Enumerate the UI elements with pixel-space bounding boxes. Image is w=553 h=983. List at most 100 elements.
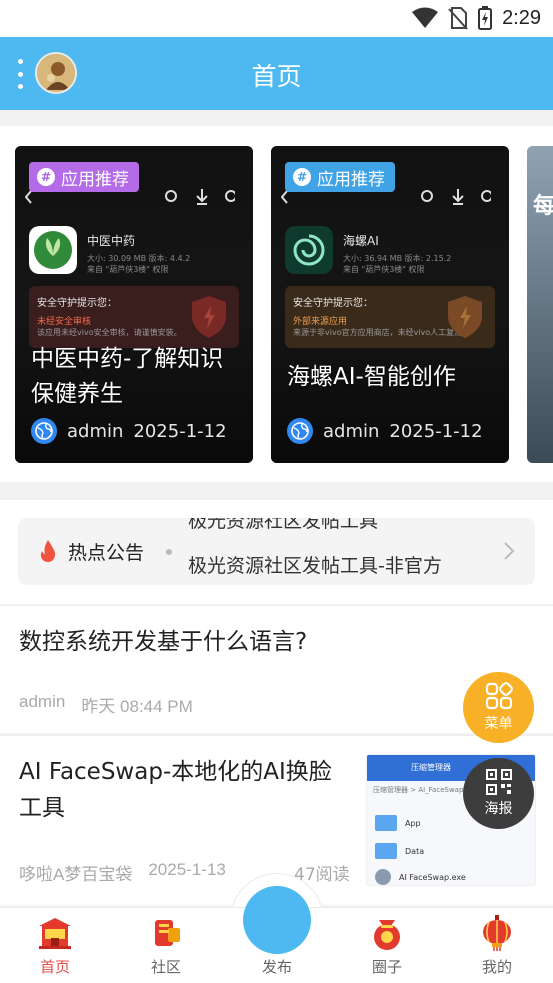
card-author: admin [67, 420, 124, 442]
nav-community[interactable]: 社区 [126, 914, 206, 977]
hashtag-icon: # [37, 168, 55, 186]
menu-fab[interactable]: 菜单 [463, 672, 534, 743]
tag-label: 应用推荐 [61, 169, 129, 190]
post-title[interactable]: AI FaceSwap-本地化的AI换脸工具 [19, 754, 349, 826]
warning-detail: 该应用未经vivo安全审核，请谨慎安装。 [37, 328, 182, 337]
hashtag-icon: # [293, 168, 311, 186]
nav-community-label: 社区 [150, 958, 181, 976]
nav-circle-label: 圈子 [371, 958, 402, 976]
app-source: 来自 "葫芦侠3楼" 权限 [87, 265, 169, 274]
thumb-item: Data [405, 846, 425, 856]
flame-icon [40, 540, 56, 562]
poster-fab-label: 海报 [484, 801, 513, 817]
menu-fab-label: 菜单 [484, 716, 513, 732]
page-title: 首页 [251, 62, 302, 91]
post-date: 2025-1-13 [148, 860, 226, 879]
post-time-value: 08:44 PM [120, 697, 193, 716]
featured-card-1[interactable]: 中医中药 大小: 30.09 MB 版本: 4.4.2 来自 "葫芦侠3楼" 权… [15, 146, 253, 463]
community-lantern-icon [155, 920, 180, 946]
card-meta: admin 2025-1-12 [31, 418, 227, 444]
post-author: admin [19, 692, 66, 711]
thumb-row: Data [375, 841, 424, 861]
post-title[interactable]: 数控系统开发基于什么语言? [19, 622, 307, 656]
notice-label: 热点公告 [68, 542, 145, 564]
app-source: 来自 "葫芦侠3楼" 权限 [343, 265, 425, 274]
warning-detail: 来源于非vivo官方应用商店，未经vivo人工复测。 [293, 328, 471, 337]
lantern-icon [483, 915, 511, 951]
security-warning: 安全守护提示您： 外部来源应用 来源于非vivo官方应用商店，未经vivo人工复… [285, 286, 495, 348]
home-festive-icon [39, 918, 71, 949]
app-info: 大小: 36.94 MB 版本: 2.15.2 [343, 254, 452, 263]
warning-status: 未经安全审核 [37, 317, 92, 327]
nav-circle[interactable]: 圈子 [347, 914, 427, 977]
shield-icon [448, 296, 482, 338]
folder-icon [375, 843, 397, 859]
no-sim-icon [448, 7, 468, 30]
card-title: 海螺AI-智能创作 [287, 364, 456, 390]
status-bar: 2:29 [0, 0, 553, 37]
announcement-section: 热点公告 极光资源社区发帖工具 极光资源社区发帖工具-非官方 [0, 500, 553, 604]
thumb-row: AI FaceSwap.exe [375, 867, 466, 885]
warning-title: 安全守护提示您： [293, 298, 373, 309]
nav-home[interactable]: 首页 [15, 914, 95, 977]
card-date: 2025-1-12 [389, 420, 483, 442]
qr-code-icon [485, 769, 512, 795]
card-title-partial: 每 [533, 194, 553, 219]
shield-icon [192, 296, 226, 338]
wifi-icon [412, 7, 439, 28]
screen: 2:29 首页 中医中药 大小: 30.09 MB 版本: 4.4.2 来自 "… [0, 0, 553, 983]
featured-card-3[interactable]: 每 [527, 146, 553, 463]
battery-charging-icon [478, 6, 493, 30]
app-info: 大小: 30.09 MB 版本: 4.4.2 [87, 254, 191, 263]
conch-ai-logo [285, 226, 333, 274]
nav-mine-label: 我的 [481, 958, 512, 976]
tcm-app-logo [29, 226, 77, 274]
app-meta: 中医中药 大小: 30.09 MB 版本: 4.4.2 来自 "葫芦侠3楼" 权… [87, 232, 190, 275]
security-warning: 安全守护提示您： 未经安全审核 该应用未经vivo安全审核，请谨慎安装。 [29, 286, 239, 348]
card-author: admin [323, 420, 380, 442]
globe-icon [287, 418, 313, 444]
folder-icon [375, 815, 397, 831]
exe-file-icon [375, 869, 391, 885]
card-meta: admin 2025-1-12 [287, 418, 483, 444]
warning-title: 安全守护提示您： [37, 298, 117, 309]
card-title: 中医中药-了解知识保健养生 [31, 346, 224, 407]
lucky-bag-icon [374, 920, 400, 950]
app-meta: 海螺AI 大小: 36.94 MB 版本: 2.15.2 来自 "葫芦侠3楼" … [343, 232, 451, 275]
nav-publish-label: 发布 [261, 958, 292, 976]
category-tag: # 应用推荐 [285, 162, 395, 192]
globe-icon [31, 418, 57, 444]
status-icons: 2:29 [412, 6, 541, 30]
nav-publish[interactable]: 发布 [237, 956, 317, 977]
notice-text[interactable]: 极光资源社区发帖工具-非官方 [188, 551, 442, 578]
post-time-word: 昨天 [81, 697, 116, 716]
app-name: 海螺AI [343, 234, 379, 248]
nav-mine[interactable]: 我的 [457, 914, 537, 977]
post-time: 昨天 08:44 PM [81, 692, 193, 717]
featured-carousel[interactable]: 中医中药 大小: 30.09 MB 版本: 4.4.2 来自 "葫芦侠3楼" 权… [0, 126, 553, 482]
category-tag: # 应用推荐 [29, 162, 139, 192]
nav-home-label: 首页 [39, 958, 70, 976]
thumb-item: AI FaceSwap.exe [399, 872, 466, 882]
warning-status: 外部来源应用 [293, 317, 348, 327]
publish-button[interactable] [243, 886, 311, 954]
card-date: 2025-1-12 [133, 420, 227, 442]
thumb-item: App [405, 818, 421, 828]
tag-label: 应用推荐 [317, 169, 385, 190]
app-info-row: 中医中药 大小: 30.09 MB 版本: 4.4.2 来自 "葫芦侠3楼" 权… [29, 226, 239, 278]
app-info-row: 海螺AI 大小: 36.94 MB 版本: 2.15.2 来自 "葫芦侠3楼" … [285, 226, 495, 278]
thumb-header-text: 压缩管理器 [411, 763, 451, 772]
featured-card-2[interactable]: 海螺AI 大小: 36.94 MB 版本: 2.15.2 来自 "葫芦侠3楼" … [271, 146, 509, 463]
notice-previous-text: 极光资源社区发帖工具 [188, 518, 379, 532]
app-header: 首页 [0, 37, 553, 110]
thumb-row: App [375, 813, 421, 833]
post-meta: 哆啦A梦百宝袋 2025-1-13 [19, 860, 226, 885]
chevron-right-icon [504, 542, 515, 560]
hot-notice-bar[interactable]: 热点公告 极光资源社区发帖工具 极光资源社区发帖工具-非官方 [18, 518, 535, 585]
status-time: 2:29 [502, 6, 541, 29]
separator-dot [166, 549, 172, 555]
post-meta: admin 昨天 08:44 PM [19, 692, 193, 717]
poster-fab[interactable]: 海报 [463, 758, 534, 829]
post-author: 哆啦A梦百宝袋 [19, 865, 133, 884]
app-name: 中医中药 [87, 234, 136, 248]
